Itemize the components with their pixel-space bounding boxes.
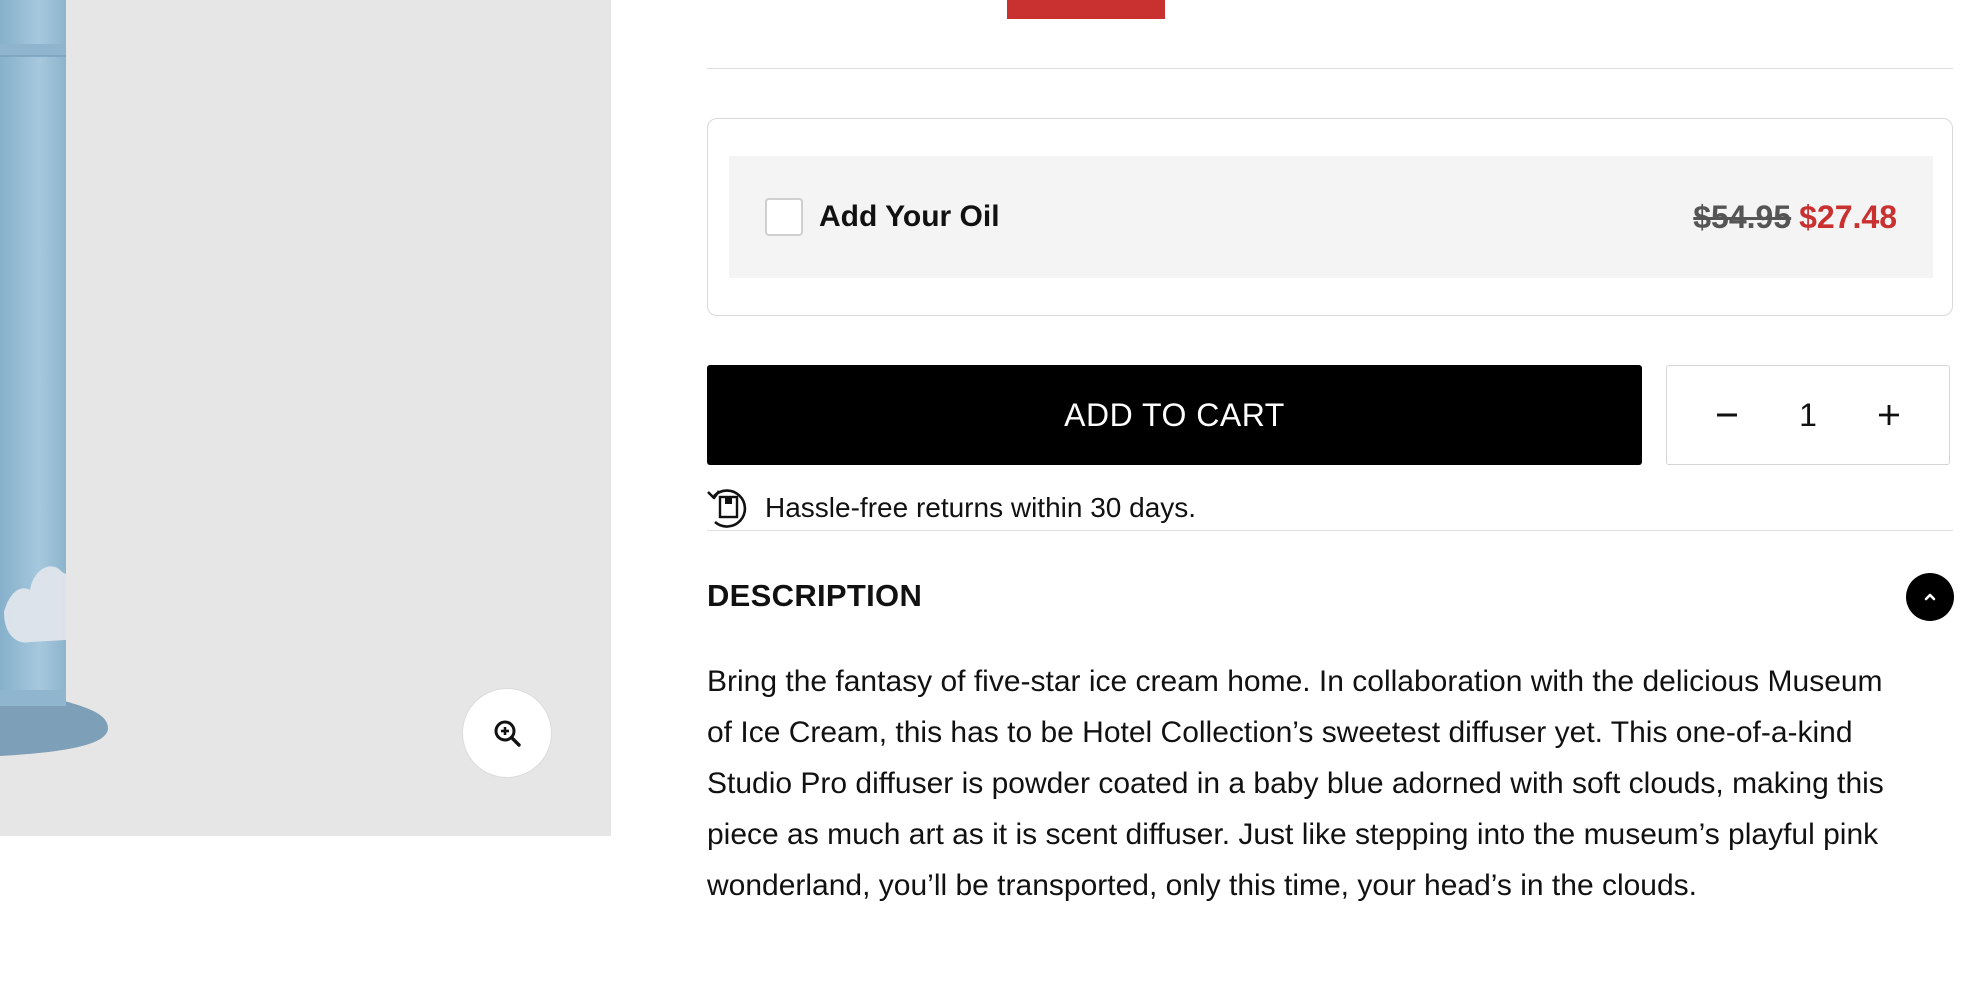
quantity-value[interactable]: 1 — [1799, 397, 1817, 434]
decrement-button[interactable] — [1707, 395, 1747, 435]
addon-prices: $54.95 $27.48 — [1693, 199, 1897, 236]
addon-label: Add Your Oil — [819, 200, 1000, 233]
returns-box-icon — [707, 489, 747, 528]
increment-button[interactable] — [1869, 395, 1909, 435]
zoom-button[interactable] — [462, 688, 552, 778]
addon-card: Add Your Oil $54.95 $27.48 — [707, 118, 1953, 316]
add-to-cart-button[interactable]: ADD TO CART — [707, 365, 1642, 465]
sale-badge — [1007, 0, 1165, 19]
addon-sale-price: $27.48 — [1799, 198, 1897, 235]
returns-text: Hassle-free returns within 30 days. — [765, 492, 1197, 523]
addon-checkbox[interactable] — [765, 198, 803, 236]
addon-original-price: $54.95 — [1693, 198, 1792, 235]
description-body: Bring the fantasy of five-star ice cream… — [707, 665, 1884, 902]
quantity-stepper: 1 — [1666, 365, 1950, 465]
addon-option-row[interactable]: Add Your Oil $54.95 $27.48 — [729, 156, 1933, 278]
divider — [707, 68, 1953, 69]
product-page: Add Your Oil $54.95$27.48 ADD TO CART 1 — [0, 0, 1984, 1001]
description-toggle-button[interactable] — [1906, 573, 1954, 621]
minus-icon — [1717, 413, 1737, 417]
description-heading[interactable]: DESCRIPTION — [707, 578, 922, 614]
returns-note: Hassle-free returns within 30 days. — [705, 486, 1196, 530]
product-image-panel — [0, 0, 611, 836]
divider — [707, 530, 1953, 531]
chevron-up-icon — [1924, 593, 1936, 601]
plus-icon — [1878, 405, 1899, 425]
zoom-in-icon — [494, 720, 521, 747]
